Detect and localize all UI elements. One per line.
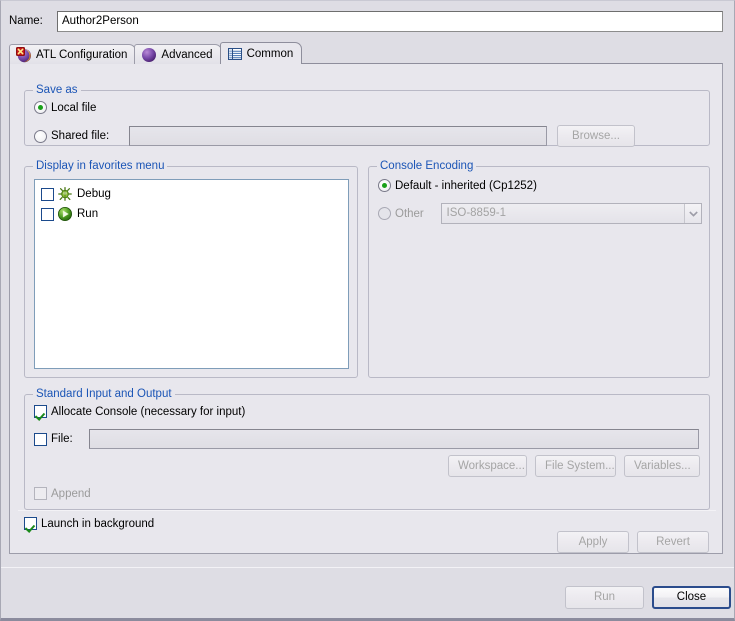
encoding-other-label: Other [395,207,424,220]
tab-folder: ATL Configuration Advanced Common Save a… [9,42,723,554]
local-file-label: Local file [51,101,97,114]
launch-in-background-row[interactable]: Launch in background [24,517,154,530]
encoding-combo[interactable]: ISO-8859-1 [440,203,702,224]
save-as-group: Save as Local file Shared file: Browse..… [24,84,710,147]
atl-config-icon [16,46,31,62]
tab-label: Advanced [161,48,213,61]
advanced-icon [142,47,157,62]
chevron-down-icon[interactable] [684,204,701,223]
run-configuration-dialog: Name: Author2Person ATL Configuration Ad… [0,0,735,621]
encoding-other-radio[interactable] [378,207,391,220]
favorites-group-title: Display in favorites menu [33,160,168,172]
favorite-debug-checkbox[interactable] [41,187,54,201]
output-file-buttons: Workspace... File System... Variables... [448,455,700,477]
append-checkbox[interactable] [34,487,47,500]
append-label: Append [51,487,91,500]
shared-file-input[interactable] [129,126,547,146]
standard-io-group: Standard Input and Output Allocate Conso… [24,388,710,510]
output-file-input[interactable] [89,429,699,449]
divider [18,510,716,511]
encoding-other-row[interactable]: Other ISO-8859-1 [378,203,702,224]
save-as-group-title: Save as [33,84,81,96]
console-encoding-group-title: Console Encoding [377,160,477,172]
output-file-row: File: [34,429,702,449]
debug-bug-icon [58,186,72,201]
dialog-divider [1,567,734,568]
form-buttons: Apply Revert [557,531,709,553]
shared-file-label: Shared file: [51,130,110,142]
variables-button[interactable]: Variables... [624,455,700,477]
name-input[interactable] [57,10,723,32]
common-icon [227,47,242,60]
common-tab-panel: Save as Local file Shared file: Browse..… [9,63,723,554]
tab-label: Common [246,47,294,60]
encoding-default-label: Default - inherited (Cp1252) [395,179,537,192]
file-system-button[interactable]: File System... [535,455,616,477]
name-label: Name: [9,15,43,27]
encoding-combo-value: ISO-8859-1 [446,207,506,219]
standard-io-group-title: Standard Input and Output [33,388,175,400]
output-file-label: File: [51,433,73,445]
name-row: Name: [9,8,723,34]
workspace-button[interactable]: Workspace... [448,455,527,477]
list-item-label: Run [77,208,99,220]
allocate-console-label: Allocate Console (necessary for input) [51,405,246,418]
output-file-checkbox[interactable] [34,432,47,446]
list-item-label: Debug [77,188,111,200]
list-item[interactable]: Run [35,205,348,223]
tab-atl-configuration[interactable]: ATL Configuration [9,44,137,64]
allocate-console-row[interactable]: Allocate Console (necessary for input) [34,405,245,418]
dialog-buttons: Run Close [565,586,731,609]
tab-advanced[interactable]: Advanced [134,44,222,64]
tab-common[interactable]: Common [219,42,303,64]
local-file-radio[interactable] [34,101,47,114]
tab-strip: ATL Configuration Advanced Common [9,42,303,64]
allocate-console-checkbox[interactable] [34,405,47,418]
append-row[interactable]: Append [34,487,91,500]
close-button[interactable]: Close [652,586,731,609]
launch-in-background-label: Launch in background [41,517,155,530]
shared-file-radio[interactable] [34,129,47,143]
favorite-run-checkbox[interactable] [41,207,54,221]
browse-button[interactable]: Browse... [557,125,635,147]
launch-in-background-checkbox[interactable] [24,517,37,530]
shared-file-row: Shared file: Browse... [34,125,700,147]
console-encoding-group: Console Encoding Default - inherited (Cp… [368,160,710,378]
local-file-radio-row[interactable]: Local file [34,101,96,114]
favorites-group: Display in favorites menu Debug Run [24,160,358,378]
encoding-default-radio[interactable] [378,179,391,192]
tab-label: ATL Configuration [36,48,128,61]
favorites-list[interactable]: Debug Run [34,179,349,369]
list-item[interactable]: Debug [35,185,348,203]
apply-button[interactable]: Apply [557,531,629,553]
run-button[interactable]: Run [565,586,644,609]
encoding-default-row[interactable]: Default - inherited (Cp1252) [378,179,537,192]
revert-button[interactable]: Revert [637,531,709,553]
run-play-icon [58,207,72,221]
